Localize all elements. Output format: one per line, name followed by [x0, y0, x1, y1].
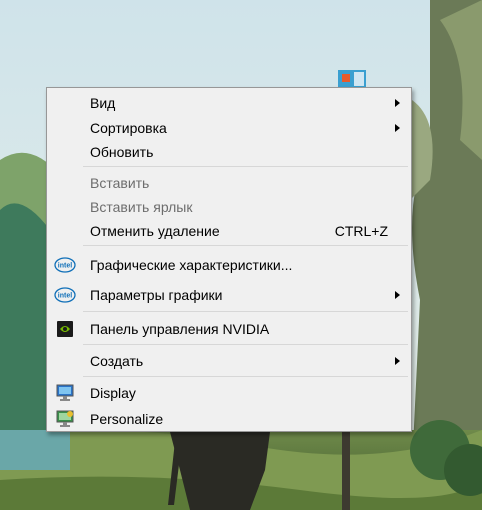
menu-item-label: Display — [90, 385, 136, 401]
menu-item-label: Параметры графики — [90, 287, 223, 303]
menu-item-label: Personalize — [90, 411, 164, 427]
submenu-arrow-icon — [395, 291, 400, 299]
menu-item-shortcut: CTRL+Z — [334, 223, 388, 239]
menu-item-label: Вставить ярлык — [90, 199, 193, 215]
intel-icon: intel — [54, 255, 76, 275]
menu-item-sort[interactable]: Сортировка — [49, 116, 409, 140]
menu-item-label: Отменить удаление — [90, 223, 220, 239]
menu-separator — [83, 344, 408, 345]
menu-item-label: Создать — [90, 353, 144, 369]
menu-item-intel-graphics-properties[interactable]: intel Графические характеристики... — [49, 253, 409, 277]
menu-item-paste-shortcut[interactable]: Вставить ярлык — [49, 195, 409, 219]
desktop-context-menu: Вид Сортировка Обновить Вставить Вставит… — [46, 87, 412, 432]
menu-item-label: Вставить — [90, 175, 150, 191]
menu-item-display[interactable]: Display — [49, 381, 409, 405]
menu-item-label: Графические характеристики... — [90, 257, 293, 273]
intel-logo-text: intel — [58, 263, 72, 270]
intel-logo-text: intel — [58, 293, 72, 300]
menu-item-personalize[interactable]: Personalize — [49, 407, 409, 431]
menu-item-intel-graphics-options[interactable]: intel Параметры графики — [49, 283, 409, 307]
menu-separator — [83, 166, 408, 167]
submenu-arrow-icon — [395, 357, 400, 365]
menu-separator — [83, 311, 408, 312]
menu-item-label: Панель управления NVIDIA — [90, 321, 270, 337]
menu-item-paste[interactable]: Вставить — [49, 171, 409, 195]
personalize-icon — [54, 409, 76, 429]
intel-icon: intel — [54, 285, 76, 305]
menu-item-label: Вид — [90, 95, 116, 111]
menu-item-new[interactable]: Создать — [49, 349, 409, 373]
menu-item-undo-delete[interactable]: Отменить удаление CTRL+Z — [49, 219, 409, 243]
menu-item-label: Сортировка — [90, 120, 167, 136]
menu-separator — [83, 245, 408, 246]
submenu-arrow-icon — [395, 99, 400, 107]
nvidia-icon — [54, 319, 76, 339]
menu-item-refresh[interactable]: Обновить — [49, 140, 409, 164]
menu-item-label: Обновить — [90, 144, 154, 160]
menu-item-view[interactable]: Вид — [49, 91, 409, 115]
menu-separator — [83, 376, 408, 377]
menu-item-nvidia-control-panel[interactable]: Панель управления NVIDIA — [49, 317, 409, 341]
display-icon — [54, 383, 76, 403]
submenu-arrow-icon — [395, 124, 400, 132]
